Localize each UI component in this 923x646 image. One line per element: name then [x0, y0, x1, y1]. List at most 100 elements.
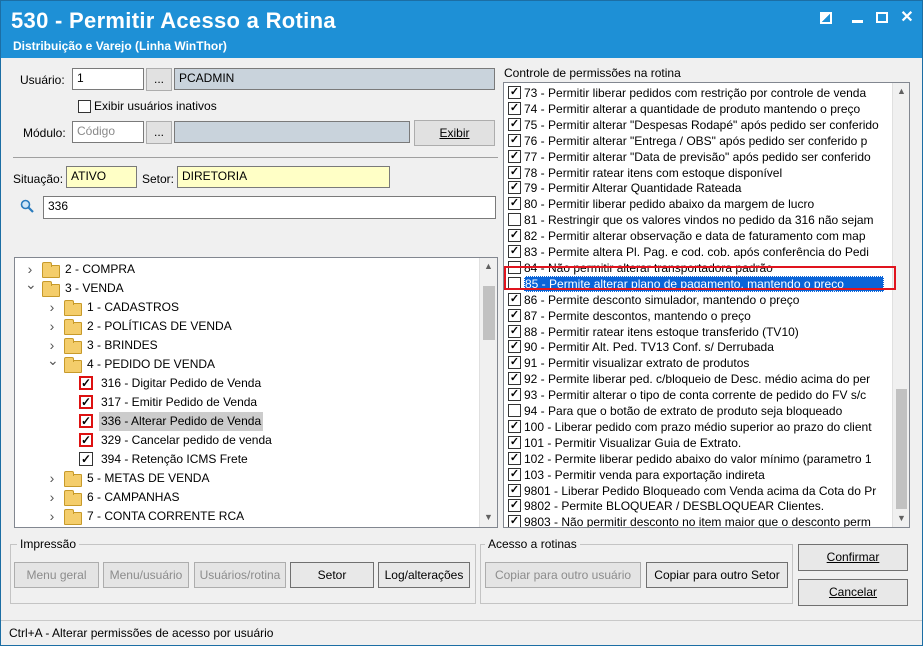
permission-checkbox[interactable]: ✓: [508, 293, 521, 307]
menu-geral-button[interactable]: Menu geral: [14, 562, 99, 588]
permission-item[interactable]: 81 - Restringir que os valores vindos no…: [508, 212, 890, 228]
permission-item[interactable]: ✓ 91 - Permitir visualizar extrato de pro…: [508, 355, 890, 371]
permission-checkbox[interactable]: ✓: [508, 309, 521, 323]
copiar-usuario-button[interactable]: Copiar para outro usuário: [485, 562, 641, 588]
routine-checkbox[interactable]: ✓: [79, 414, 93, 428]
tree-routine-item[interactable]: ✓ 394 - Retenção ICMS Frete: [15, 450, 477, 469]
tree-folder-item[interactable]: › 3 - BRINDES: [15, 336, 477, 355]
chevron-down-icon[interactable]: ⌄: [25, 275, 37, 294]
permission-item[interactable]: ✓ 9801 - Liberar Pedido Bloqueado com Ven…: [508, 483, 890, 499]
routine-checkbox[interactable]: ✓: [79, 395, 93, 409]
tree-scrollbar-thumb[interactable]: [483, 286, 495, 340]
permission-item[interactable]: ✓ 102 - Permite liberar pedido abaixo do …: [508, 451, 890, 467]
scroll-up-icon[interactable]: ▲: [893, 83, 909, 100]
permission-item[interactable]: ✓ 9802 - Permite BLOQUEAR / DESBLOQUEAR C…: [508, 498, 890, 514]
permissions-scrollbar[interactable]: ▲ ▼: [892, 83, 909, 527]
permission-item[interactable]: ✓ 79 - Permitir Alterar Quantidade Ratead…: [508, 180, 890, 196]
log-alteracoes-button[interactable]: Log/alterações: [378, 562, 470, 588]
permissions-scrollbar-thumb[interactable]: [896, 389, 907, 509]
tree-folder-item[interactable]: ⌄ 3 - VENDA: [15, 276, 477, 298]
permission-item[interactable]: ✓ 93 - Permitir alterar o tipo de conta c…: [508, 387, 890, 403]
search-input[interactable]: 336: [43, 196, 496, 219]
chevron-right-icon[interactable]: ›: [47, 298, 57, 317]
user-lookup-button[interactable]: ...: [146, 68, 172, 91]
copiar-setor-button[interactable]: Copiar para outro Setor: [646, 562, 788, 588]
tree-folder-item[interactable]: › 8 - RELATÓRIOS: [15, 526, 477, 527]
setor-button[interactable]: Setor: [290, 562, 374, 588]
tree-routine-item[interactable]: ✓ 329 - Cancelar pedido de venda: [15, 431, 477, 450]
permission-checkbox[interactable]: ✓: [508, 499, 521, 513]
permission-item[interactable]: ✓ 87 - Permite descontos, mantendo o preç…: [508, 308, 890, 324]
permission-checkbox[interactable]: ✓: [508, 388, 521, 402]
permission-checkbox[interactable]: ✓: [508, 356, 521, 370]
confirmar-button[interactable]: Confirmar: [798, 544, 908, 571]
scroll-down-icon[interactable]: ▼: [893, 510, 909, 527]
permission-item[interactable]: ✓ 101 - Permitir Visualizar Guia de Extra…: [508, 435, 890, 451]
chevron-right-icon[interactable]: ›: [47, 488, 57, 507]
permission-checkbox[interactable]: [508, 404, 521, 418]
permission-item[interactable]: ✓ 9803 - Não permitir desconto no item ma…: [508, 514, 890, 527]
tree-folder-item[interactable]: › 1 - CADASTROS: [15, 298, 477, 317]
maximize-button[interactable]: [871, 9, 893, 27]
permission-checkbox[interactable]: ✓: [508, 420, 521, 434]
permission-item[interactable]: ✓ 100 - Liberar pedido com prazo médio su…: [508, 419, 890, 435]
permissions-list[interactable]: ✓ 73 - Permitir liberar pedidos com restr…: [503, 82, 910, 528]
permission-checkbox[interactable]: ✓: [508, 468, 521, 482]
permission-checkbox[interactable]: ✓: [508, 181, 521, 195]
permission-checkbox[interactable]: ✓: [508, 372, 521, 386]
permission-item[interactable]: ✓ 74 - Permitir alterar a quantidade de p…: [508, 101, 890, 117]
permission-item[interactable]: ✓ 76 - Permitir alterar "Entrega / OBS" a…: [508, 133, 890, 149]
chevron-right-icon[interactable]: ›: [47, 507, 57, 526]
permission-item[interactable]: ✓ 88 - Permitir ratear itens estoque tran…: [508, 324, 890, 340]
permission-checkbox[interactable]: ✓: [508, 166, 521, 180]
permission-checkbox[interactable]: ✓: [508, 245, 521, 259]
routine-tree[interactable]: › 2 - COMPRA ⌄ 3 - VENDA › 1 - CADASTROS › 2 - …: [14, 257, 498, 528]
scroll-up-icon[interactable]: ▲: [480, 258, 497, 275]
exibir-button[interactable]: Exibir: [414, 120, 495, 146]
tree-folder-item[interactable]: › 6 - CAMPANHAS: [15, 488, 477, 507]
permission-checkbox[interactable]: ✓: [508, 452, 521, 466]
permission-item[interactable]: ✓ 92 - Permite liberar ped. c/bloqueio de…: [508, 371, 890, 387]
tree-folder-item[interactable]: › 7 - CONTA CORRENTE RCA: [15, 507, 477, 526]
permission-item[interactable]: ✓ 75 - Permitir alterar "Despesas Rodapé"…: [508, 117, 890, 133]
close-button[interactable]: ✕: [896, 9, 918, 27]
permission-item[interactable]: ✓ 82 - Permitir alterar observação e data…: [508, 228, 890, 244]
tree-folder-item[interactable]: ⌄ 4 - PEDIDO DE VENDA: [15, 352, 477, 374]
show-inactive-checkbox[interactable]: [78, 100, 91, 113]
scroll-down-icon[interactable]: ▼: [480, 509, 497, 526]
chevron-right-icon[interactable]: ›: [47, 526, 57, 527]
user-code-input[interactable]: 1: [72, 68, 144, 90]
permission-item[interactable]: ✓ 77 - Permitir alterar "Data de previsão…: [508, 149, 890, 165]
permission-checkbox[interactable]: ✓: [508, 86, 521, 100]
menu-usuario-button[interactable]: Menu/usuário: [103, 562, 189, 588]
tree-routine-item[interactable]: ✓ 317 - Emitir Pedido de Venda: [15, 393, 477, 412]
tree-routine-item[interactable]: ✓ 316 - Digitar Pedido de Venda: [15, 374, 477, 393]
permission-checkbox[interactable]: ✓: [508, 102, 521, 116]
permission-item[interactable]: ✓ 83 - Permite altera Pl. Pag. e cod. cob…: [508, 244, 890, 260]
permission-item[interactable]: ✓ 86 - Permite desconto simulador, manten…: [508, 292, 890, 308]
chevron-down-icon[interactable]: ⌄: [47, 351, 59, 370]
restore-icon[interactable]: [815, 9, 837, 27]
permission-checkbox[interactable]: ✓: [508, 134, 521, 148]
chevron-right-icon[interactable]: ›: [47, 317, 57, 336]
permission-checkbox[interactable]: ✓: [508, 118, 521, 132]
tree-folder-item[interactable]: › 2 - POLÍTICAS DE VENDA: [15, 317, 477, 336]
usuarios-rotina-button[interactable]: Usuários/rotina: [194, 562, 286, 588]
permission-checkbox[interactable]: ✓: [508, 340, 521, 354]
tree-folder-item[interactable]: › 2 - COMPRA: [15, 260, 477, 279]
permission-checkbox[interactable]: ✓: [508, 325, 521, 339]
permission-item[interactable]: ✓ 90 - Permitir Alt. Ped. TV13 Conf. s/ D…: [508, 339, 890, 355]
routine-checkbox[interactable]: ✓: [79, 376, 93, 390]
tree-scrollbar[interactable]: ▲ ▼: [479, 258, 497, 527]
permission-checkbox[interactable]: ✓: [508, 197, 521, 211]
module-lookup-button[interactable]: ...: [146, 121, 172, 144]
minimize-button[interactable]: [846, 9, 868, 27]
permission-checkbox[interactable]: [508, 213, 521, 227]
routine-checkbox[interactable]: ✓: [79, 433, 93, 447]
chevron-right-icon[interactable]: ›: [47, 469, 57, 488]
permission-item[interactable]: ✓ 73 - Permitir liberar pedidos com restr…: [508, 85, 890, 101]
permission-checkbox[interactable]: ✓: [508, 515, 521, 527]
permission-item[interactable]: ✓ 78 - Permitir ratear itens com estoque …: [508, 165, 890, 181]
permission-checkbox[interactable]: ✓: [508, 150, 521, 164]
cancelar-button[interactable]: Cancelar: [798, 579, 908, 606]
